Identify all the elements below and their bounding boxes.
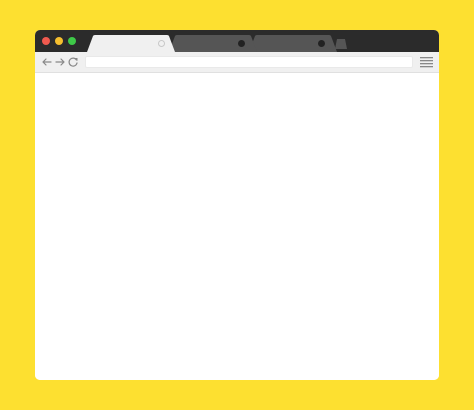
browser-window: [35, 30, 439, 380]
arrow-right-icon: [55, 58, 65, 66]
menu-button[interactable]: [420, 56, 433, 68]
back-button[interactable]: [41, 56, 53, 68]
browser-toolbar: [35, 52, 439, 73]
window-close-button[interactable]: [42, 37, 50, 45]
tab-3[interactable]: [249, 35, 337, 52]
close-icon[interactable]: [318, 40, 325, 47]
page-viewport[interactable]: [35, 73, 439, 380]
title-bar: [35, 30, 439, 52]
new-tab-icon: [335, 39, 347, 49]
close-icon[interactable]: [238, 40, 245, 47]
tab-active[interactable]: [87, 35, 175, 52]
address-bar[interactable]: [85, 56, 413, 68]
close-icon[interactable]: [158, 40, 165, 47]
reload-button[interactable]: [67, 56, 79, 68]
reload-icon: [68, 57, 78, 67]
window-maximize-button[interactable]: [68, 37, 76, 45]
new-tab-button[interactable]: [335, 39, 347, 49]
arrow-left-icon: [42, 58, 52, 66]
hamburger-menu-icon: [420, 57, 433, 68]
tab-2[interactable]: [169, 35, 257, 52]
window-minimize-button[interactable]: [55, 37, 63, 45]
forward-button[interactable]: [54, 56, 66, 68]
